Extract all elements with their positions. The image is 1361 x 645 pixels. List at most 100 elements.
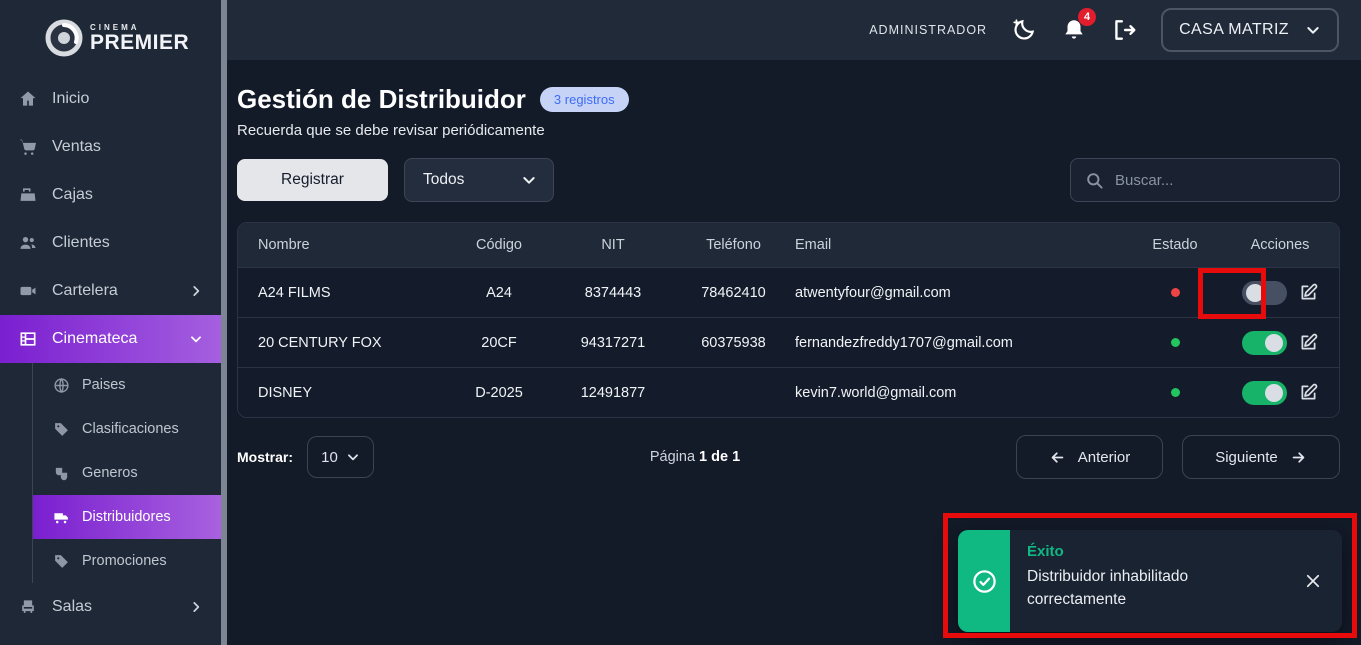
sidebar-item-cinemateca[interactable]: Cinemateca: [0, 315, 221, 363]
film-icon: [17, 329, 39, 349]
chevron-down-icon: [347, 454, 358, 461]
cell-acciones: [1221, 380, 1339, 405]
page-info: 1 de 1: [699, 449, 741, 465]
sidebar-subitem-label: Distribuidores: [82, 509, 171, 525]
cell-telefono: 78462410: [701, 284, 766, 301]
status-dot: [1170, 387, 1180, 397]
cell-telefono: 60375938: [701, 334, 766, 351]
search-icon: [1087, 172, 1103, 189]
status-toggle[interactable]: [1241, 280, 1287, 305]
arrow-left-icon: [1051, 451, 1064, 463]
cell-codigo: 20CF: [481, 334, 517, 351]
search-input[interactable]: [1115, 171, 1325, 189]
column-header-codigo: Código: [476, 237, 522, 253]
cell-nombre: 20 CENTURY FOX: [258, 334, 382, 351]
page-subtitle: Recuerda que se debe revisar periódicame…: [237, 122, 545, 139]
sidebar-subitem-distribuidores[interactable]: Distribuidores: [33, 495, 221, 539]
previous-page-button[interactable]: Anterior: [1016, 435, 1163, 479]
toolbar: Registrar Todos: [237, 158, 1340, 202]
page-size-value: 10: [321, 448, 338, 466]
search-box: [1070, 158, 1340, 202]
success-toast: Éxito Distribuidor inhabilitado correcta…: [958, 530, 1342, 632]
table-row: DISNEY D-2025 12491877 kevin7.world@gmai…: [238, 367, 1339, 417]
truck-icon: [52, 509, 70, 526]
sidebar-item-clientes[interactable]: Clientes: [0, 219, 221, 267]
register-button[interactable]: Registrar: [237, 159, 388, 201]
sidebar-item-ventas[interactable]: Ventas: [0, 123, 221, 171]
sidebar-item-cartelera[interactable]: Cartelera: [0, 267, 221, 315]
table-row: A24 FILMS A24 8374443 78462410 atwentyfo…: [238, 267, 1339, 317]
sidebar-subitem-generos[interactable]: Generos: [33, 451, 221, 495]
notification-count-badge: 4: [1078, 8, 1097, 26]
chevron-right-icon: [189, 600, 203, 614]
cart-icon: [17, 137, 39, 157]
sidebar-item-label: Salas: [52, 598, 93, 615]
status-toggle[interactable]: [1241, 330, 1287, 355]
branch-selector[interactable]: CASA MATRIZ: [1161, 8, 1339, 52]
filter-dropdown-value: Todos: [423, 171, 465, 188]
chevron-down-icon: [523, 177, 535, 184]
cell-email: fernandezfreddy1707@gmail.com: [795, 334, 1013, 351]
sidebar-item-label: Ventas: [52, 138, 101, 155]
pagination-bar: Mostrar: 10 Página 1 de 1 Anterior Sigui…: [237, 435, 1340, 479]
toast-title: Éxito: [1027, 543, 1064, 560]
seat-icon: [17, 597, 39, 617]
status-toggle[interactable]: [1241, 380, 1287, 405]
globe-icon: [52, 377, 70, 394]
sidebar-subitem-paises[interactable]: Paises: [33, 363, 221, 407]
sidebar: CINEMA PREMIER Inicio Ventas Cajas Clien…: [0, 0, 221, 645]
page-word: Página: [649, 449, 700, 465]
notifications-bell-icon[interactable]: 4: [1061, 8, 1097, 43]
previous-page-label: Anterior: [1077, 448, 1131, 466]
branch-selector-value: CASA MATRIZ: [1179, 21, 1289, 38]
cell-estado: [1129, 385, 1221, 401]
home-icon: [17, 89, 39, 109]
cell-estado: [1129, 285, 1221, 301]
cell-email: kevin7.world@gmail.com: [795, 384, 957, 401]
table-header-row: Nombre Código NIT Teléfono Email Estado …: [238, 223, 1339, 267]
video-camera-icon: [17, 281, 39, 301]
dark-mode-toggle-moon-icon[interactable]: [1011, 17, 1037, 43]
sidebar-nav: Inicio Ventas Cajas Clientes Cartelera C…: [0, 75, 221, 631]
sidebar-item-inicio[interactable]: Inicio: [0, 75, 221, 123]
chevron-down-icon: [189, 332, 203, 346]
toast-close-icon[interactable]: [1300, 568, 1326, 594]
check-circle-icon: [972, 569, 996, 593]
chevron-down-icon: [1307, 27, 1319, 34]
column-header-nombre: Nombre: [258, 237, 310, 253]
status-dot: [1170, 337, 1180, 347]
next-page-button[interactable]: Siguiente: [1182, 435, 1340, 479]
sidebar-item-label: Inicio: [52, 90, 90, 107]
cell-nit: 12491877: [580, 384, 646, 401]
cell-nombre: DISNEY: [258, 384, 312, 401]
sidebar-subitem-promociones[interactable]: Promociones: [33, 539, 221, 583]
column-header-email: Email: [795, 237, 832, 253]
sidebar-subitem-clasificaciones[interactable]: Clasificaciones: [33, 407, 221, 451]
cell-nit: 8374443: [584, 284, 642, 301]
page-title: Gestión de Distribuidor: [237, 84, 526, 114]
users-icon: [17, 233, 39, 253]
cinemateca-submenu: Paises Clasificaciones Generos Distribui…: [32, 363, 221, 583]
edit-icon[interactable]: [1298, 332, 1319, 353]
sidebar-subitem-label: Promociones: [82, 553, 167, 569]
sidebar-subitem-label: Paises: [82, 377, 126, 393]
brand-logo: CINEMA PREMIER: [0, 0, 221, 75]
logout-icon[interactable]: [1111, 17, 1137, 43]
sidebar-subitem-label: Clasificaciones: [82, 421, 179, 437]
toast-message: Distribuidor inhabilitado correctamente: [1027, 568, 1189, 609]
masks-icon: [52, 465, 70, 482]
sidebar-item-salas[interactable]: Salas: [0, 583, 221, 631]
page-size-dropdown[interactable]: 10: [307, 436, 375, 478]
column-header-estado: Estado: [1152, 237, 1198, 253]
cell-codigo: D-2025: [475, 384, 523, 401]
sidebar-item-label: Clientes: [52, 234, 110, 251]
column-header-nit: NIT: [601, 237, 625, 253]
toast-accent-bar: [958, 530, 1010, 632]
filter-dropdown[interactable]: Todos: [404, 158, 554, 202]
edit-icon[interactable]: [1298, 282, 1319, 303]
edit-icon[interactable]: [1298, 382, 1319, 403]
sidebar-item-cajas[interactable]: Cajas: [0, 171, 221, 219]
premier-logo-icon: [45, 19, 83, 56]
distributors-table: Nombre Código NIT Teléfono Email Estado …: [237, 222, 1340, 418]
arrow-right-icon: [1292, 451, 1305, 463]
